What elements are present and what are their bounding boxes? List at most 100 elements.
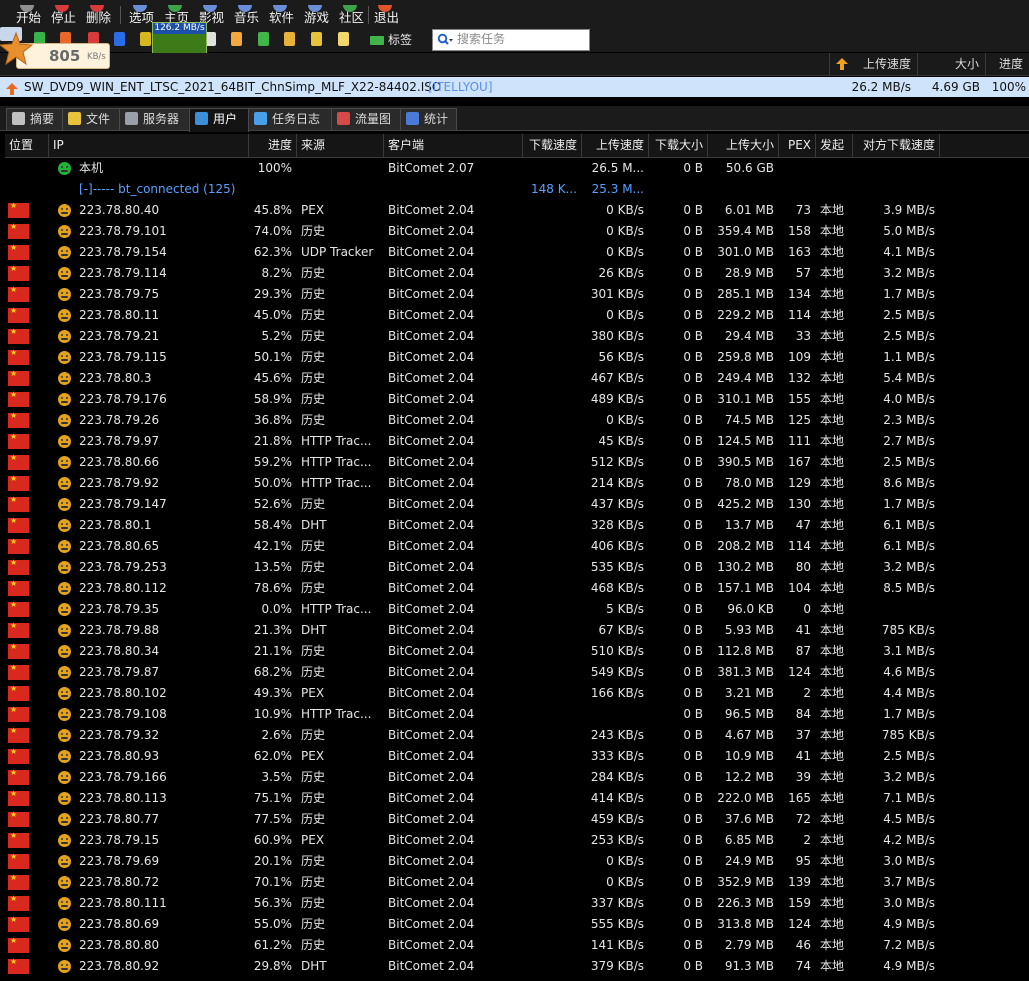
peer-col-dl_size[interactable]: 下载大小 bbox=[649, 134, 708, 157]
peer-row[interactable]: 223.78.79.114 8.2% 历史 BitComet 2.04 26 KB/s 0… bbox=[5, 263, 1029, 284]
doc-icon-6[interactable] bbox=[338, 32, 349, 46]
peer-row[interactable]: 223.78.79.166 3.5% 历史 BitComet 2.04 284 KB/s… bbox=[5, 767, 1029, 788]
peer-row[interactable]: 223.78.79.176 58.9% 历史 BitComet 2.04 489 KB/… bbox=[5, 389, 1029, 410]
peer-client: BitComet 2.04 bbox=[388, 560, 475, 574]
peer-col-remote_dl[interactable]: 对方下载速度 bbox=[853, 134, 940, 157]
peer-row[interactable]: 223.78.80.40 45.8% PEX BitComet 2.04 0 KB/s 0… bbox=[5, 200, 1029, 221]
peer-row[interactable]: 223.78.80.113 75.1% 历史 BitComet 2.04 414 KB/… bbox=[5, 788, 1029, 809]
peer-progress: 62.0% bbox=[253, 749, 292, 763]
peer-row[interactable]: 223.78.79.101 74.0% 历史 BitComet 2.04 0 KB/s 0… bbox=[5, 221, 1029, 242]
peer-pex: 158 bbox=[788, 224, 811, 238]
peer-dl_speed bbox=[523, 935, 581, 956]
peer-source: 历史 bbox=[301, 224, 326, 238]
peer-row[interactable]: 223.78.79.108 10.9% HTTP Trac... BitComet 2… bbox=[5, 704, 1029, 725]
tab-traffic[interactable]: 流量图 bbox=[331, 108, 401, 130]
peer-source: 历史 bbox=[301, 329, 326, 343]
menu-music[interactable]: 音乐 bbox=[234, 5, 259, 26]
menu-games[interactable]: 游戏 bbox=[304, 5, 329, 26]
floating-speed-monitor[interactable]: 805 KB/s bbox=[0, 27, 110, 71]
peer-col-client[interactable]: 客户端 bbox=[384, 134, 523, 157]
menu-start[interactable]: 开始 bbox=[16, 5, 41, 26]
peer-row[interactable]: 223.78.80.34 21.1% 历史 BitComet 2.04 510 KB/s… bbox=[5, 641, 1029, 662]
peer-row[interactable]: 223.78.80.1 58.4% DHT BitComet 2.04 328 KB/s… bbox=[5, 515, 1029, 536]
menu-delete[interactable]: 删除 bbox=[86, 5, 111, 26]
peer-row[interactable]: 223.78.80.11 45.0% 历史 BitComet 2.04 0 KB/s 0 … bbox=[5, 305, 1029, 326]
task-col-size[interactable]: 大小 bbox=[917, 53, 985, 75]
tab-statistics[interactable]: 统计 bbox=[400, 108, 457, 130]
peer-dl_speed bbox=[523, 809, 581, 830]
peer-row[interactable]: 223.78.79.21 5.2% 历史 BitComet 2.04 380 KB/s 0… bbox=[5, 326, 1029, 347]
doc-icon-5[interactable] bbox=[311, 32, 322, 46]
peer-source: 历史 bbox=[301, 350, 326, 364]
peer-row[interactable]: 223.78.80.92 29.8% DHT BitComet 2.04 379 KB/… bbox=[5, 956, 1029, 977]
blue-doc-icon[interactable] bbox=[114, 32, 125, 46]
peer-row-local[interactable]: 本机 100% BitComet 2.07 26.5 M... 0 B 50.6 GB bbox=[5, 158, 1029, 179]
doc-icon-3[interactable] bbox=[258, 32, 269, 46]
peer-row[interactable]: 223.78.79.32 2.6% 历史 BitComet 2.04 243 KB/s 0… bbox=[5, 725, 1029, 746]
peer-row[interactable]: 223.78.79.154 62.3% UDP Tracker BitComet 2.… bbox=[5, 242, 1029, 263]
peer-row[interactable]: 223.78.80.69 55.0% 历史 BitComet 2.04 555 KB/s… bbox=[5, 914, 1029, 935]
search-input[interactable] bbox=[457, 31, 583, 47]
peer-col-dl_speed[interactable]: 下载速度 bbox=[523, 134, 582, 157]
peer-row[interactable]: 223.78.80.3 45.6% 历史 BitComet 2.04 467 KB/s 0… bbox=[5, 368, 1029, 389]
peer-row[interactable]: 223.78.79.87 68.2% 历史 BitComet 2.04 549 KB/s… bbox=[5, 662, 1029, 683]
peer-col-loc[interactable]: 位置 bbox=[5, 134, 49, 157]
peer-dl_size: 0 B bbox=[683, 539, 703, 553]
peer-ul_size: 13.7 MB bbox=[724, 518, 774, 532]
peer-row[interactable]: 223.78.79.88 21.3% DHT BitComet 2.04 67 KB/s… bbox=[5, 620, 1029, 641]
label-button[interactable]: 标签 bbox=[370, 31, 412, 48]
peer-row[interactable]: 223.78.79.253 13.5% 历史 BitComet 2.04 535 KB/… bbox=[5, 557, 1029, 578]
peer-row[interactable]: 223.78.80.112 78.6% 历史 BitComet 2.04 468 KB/… bbox=[5, 578, 1029, 599]
peer-col-pex[interactable]: PEX bbox=[779, 134, 816, 157]
menu-options[interactable]: 选项 bbox=[129, 5, 154, 26]
peer-col-ul_speed[interactable]: 上传速度 bbox=[582, 134, 649, 157]
peer-col-progress[interactable]: 进度 bbox=[249, 134, 297, 157]
peer-row[interactable]: 223.78.80.65 42.1% 历史 BitComet 2.04 406 KB/s… bbox=[5, 536, 1029, 557]
peer-col-source[interactable]: 来源 bbox=[297, 134, 384, 157]
peer-row[interactable]: 223.78.80.111 56.3% 历史 BitComet 2.04 337 KB/… bbox=[5, 893, 1029, 914]
task-col-upload-speed[interactable]: 上传速度 bbox=[829, 53, 917, 75]
peer-row[interactable]: 223.78.79.97 21.8% HTTP Trac... BitComet 2.… bbox=[5, 431, 1029, 452]
peer-row[interactable]: 223.78.79.15 60.9% PEX BitComet 2.04 253 KB/… bbox=[5, 830, 1029, 851]
peer-dl_speed bbox=[523, 956, 581, 977]
doc-icon-4[interactable] bbox=[284, 32, 295, 46]
doc-icon-2[interactable] bbox=[231, 32, 242, 46]
peer-row[interactable]: 223.78.79.92 50.0% HTTP Trac... BitComet 2.… bbox=[5, 473, 1029, 494]
peer-ul_speed: 25.3 M... bbox=[591, 182, 644, 196]
peer-row[interactable]: 223.78.80.77 77.5% 历史 BitComet 2.04 459 KB/s… bbox=[5, 809, 1029, 830]
peer-row[interactable]: 223.78.80.93 62.0% PEX BitComet 2.04 333 KB/… bbox=[5, 746, 1029, 767]
search-icon[interactable] bbox=[437, 33, 453, 47]
peer-row[interactable]: 223.78.79.75 29.3% 历史 BitComet 2.04 301 KB/s… bbox=[5, 284, 1029, 305]
peer-ip: 223.78.80.34 bbox=[79, 644, 160, 658]
menu-stop[interactable]: 停止 bbox=[51, 5, 76, 26]
peer-row[interactable]: 223.78.80.80 61.2% 历史 BitComet 2.04 141 KB/s… bbox=[5, 935, 1029, 956]
peer-row[interactable]: 223.78.79.26 36.8% 历史 BitComet 2.04 0 KB/s 0 … bbox=[5, 410, 1029, 431]
peer-group-row[interactable]: [-]----- bt_connected (125) 148 K... 25.3 … bbox=[5, 179, 1029, 200]
menu-exit[interactable]: 退出 bbox=[374, 5, 399, 26]
search-box[interactable] bbox=[432, 29, 590, 51]
peer-row[interactable]: 223.78.80.102 49.3% PEX BitComet 2.04 166 KB… bbox=[5, 683, 1029, 704]
task-col-progress[interactable]: 进度 bbox=[985, 53, 1029, 75]
peer-col-initiator[interactable]: 发起 bbox=[816, 134, 853, 157]
peer-row[interactable]: 223.78.79.115 50.1% 历史 BitComet 2.04 56 KB/s… bbox=[5, 347, 1029, 368]
peer-ip: 223.78.80.92 bbox=[79, 959, 160, 973]
peer-row[interactable]: 223.78.79.35 0.0% HTTP Trac... BitComet 2.0… bbox=[5, 599, 1029, 620]
peer-row[interactable]: 223.78.79.147 52.6% 历史 BitComet 2.04 437 KB/… bbox=[5, 494, 1029, 515]
task-row[interactable]: SW_DVD9_WIN_ENT_LTSC_2021_64BIT_ChnSimp_… bbox=[0, 77, 1029, 97]
task-name: SW_DVD9_WIN_ENT_LTSC_2021_64BIT_ChnSimp_… bbox=[24, 80, 442, 94]
peer-row[interactable]: 223.78.79.69 20.1% 历史 BitComet 2.04 0 KB/s 0 … bbox=[5, 851, 1029, 872]
menu-software[interactable]: 软件 bbox=[269, 5, 294, 26]
tab-peers[interactable]: 用户 bbox=[189, 108, 249, 132]
tab-task-log[interactable]: 任务日志 bbox=[248, 108, 332, 130]
arrow-sort-icon[interactable] bbox=[140, 32, 151, 46]
peer-client: BitComet 2.04 bbox=[388, 329, 475, 343]
tab-servers[interactable]: 服务器 bbox=[119, 108, 190, 130]
tab-summary[interactable]: 摘要 bbox=[6, 108, 63, 130]
peer-progress: 20.1% bbox=[253, 854, 292, 868]
peer-row[interactable]: 223.78.80.72 70.1% 历史 BitComet 2.04 0 KB/s 0 … bbox=[5, 872, 1029, 893]
peer-col-ip[interactable]: IP bbox=[49, 134, 249, 157]
menu-community[interactable]: 社区 bbox=[339, 5, 364, 26]
peer-row[interactable]: 223.78.80.66 59.2% HTTP Trac... BitComet 2.… bbox=[5, 452, 1029, 473]
peer-col-ul_size[interactable]: 上传大小 bbox=[708, 134, 779, 157]
tab-files[interactable]: 文件 bbox=[62, 108, 120, 130]
